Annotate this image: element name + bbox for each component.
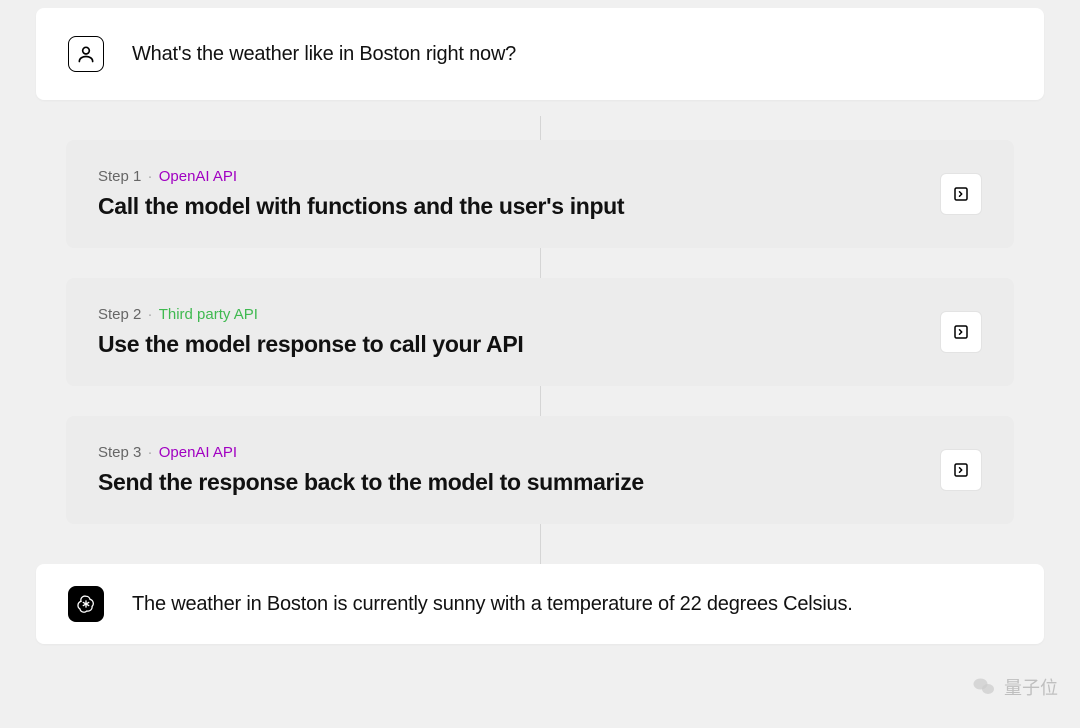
ai-message-text: The weather in Boston is currently sunny… bbox=[132, 593, 853, 616]
user-avatar bbox=[68, 36, 104, 72]
step-card-1: Step 1 · OpenAI API Call the model with … bbox=[66, 140, 1014, 248]
watermark: 量子位 bbox=[970, 674, 1058, 700]
step-label: Step 3 bbox=[98, 444, 141, 461]
code-expand-icon bbox=[952, 461, 970, 479]
person-icon bbox=[76, 44, 96, 64]
ai-avatar bbox=[68, 586, 104, 622]
expand-button[interactable] bbox=[940, 173, 982, 215]
step-title: Use the model response to call your API bbox=[98, 331, 523, 358]
user-message-card: What's the weather like in Boston right … bbox=[36, 8, 1044, 100]
separator-dot: · bbox=[148, 306, 153, 323]
step-header: Step 1 · OpenAI API bbox=[98, 168, 624, 185]
step-content: Step 2 · Third party API Use the model r… bbox=[98, 306, 523, 358]
code-expand-icon bbox=[952, 185, 970, 203]
step-title: Send the response back to the model to s… bbox=[98, 469, 644, 496]
step-content: Step 3 · OpenAI API Send the response ba… bbox=[98, 444, 644, 496]
wechat-icon bbox=[970, 675, 998, 699]
step-label: Step 1 bbox=[98, 168, 141, 185]
openai-logo-icon bbox=[75, 593, 97, 615]
steps-container: Step 1 · OpenAI API Call the model with … bbox=[66, 140, 1014, 524]
step-tag: OpenAI API bbox=[159, 444, 237, 461]
step-label: Step 2 bbox=[98, 306, 141, 323]
step-header: Step 2 · Third party API bbox=[98, 306, 523, 323]
step-tag: Third party API bbox=[159, 306, 258, 323]
user-message-text: What's the weather like in Boston right … bbox=[132, 43, 516, 66]
step-content: Step 1 · OpenAI API Call the model with … bbox=[98, 168, 624, 220]
code-expand-icon bbox=[952, 323, 970, 341]
expand-button[interactable] bbox=[940, 449, 982, 491]
ai-message-card: The weather in Boston is currently sunny… bbox=[36, 564, 1044, 644]
step-card-3: Step 3 · OpenAI API Send the response ba… bbox=[66, 416, 1014, 524]
step-header: Step 3 · OpenAI API bbox=[98, 444, 644, 461]
watermark-text: 量子位 bbox=[1004, 674, 1058, 700]
separator-dot: · bbox=[148, 444, 153, 461]
step-card-2: Step 2 · Third party API Use the model r… bbox=[66, 278, 1014, 386]
separator-dot: · bbox=[148, 168, 153, 185]
expand-button[interactable] bbox=[940, 311, 982, 353]
step-title: Call the model with functions and the us… bbox=[98, 193, 624, 220]
step-tag: OpenAI API bbox=[159, 168, 237, 185]
